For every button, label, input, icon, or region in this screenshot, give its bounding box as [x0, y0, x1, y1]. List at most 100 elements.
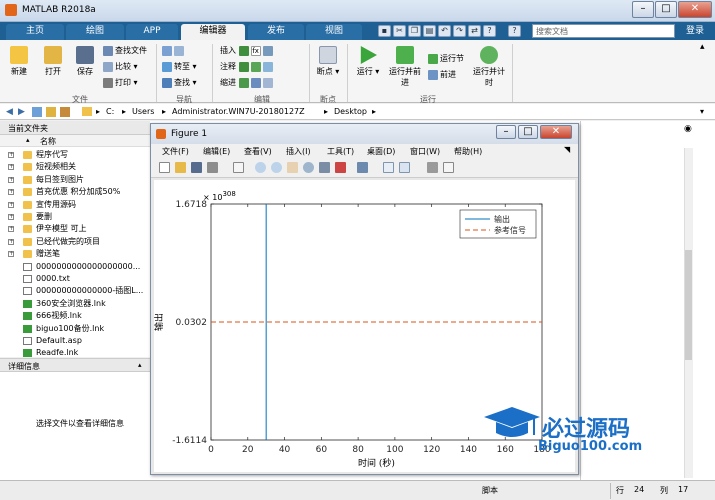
forward-icon[interactable]: ▶	[18, 107, 25, 117]
save-button[interactable]: 保存	[70, 46, 100, 77]
open-button[interactable]: 打开	[38, 46, 68, 77]
switch-windows-icon[interactable]: ⇄	[468, 25, 481, 37]
print-figure-icon[interactable]	[207, 162, 218, 173]
path-dropdown-icon[interactable]: ▾	[700, 107, 704, 116]
tab-editor[interactable]: 编辑器	[181, 24, 245, 40]
file-list-item[interactable]: 360安全浏览器.lnk	[0, 298, 150, 310]
scrollbar-thumb[interactable]	[685, 250, 692, 360]
file-list-item[interactable]: + 要删	[0, 211, 150, 223]
run-button[interactable]: 运行 ▾	[353, 46, 383, 77]
menu-window[interactable]: 窗口(W)	[410, 146, 440, 157]
brush-icon[interactable]	[335, 162, 346, 173]
path-segment[interactable]: Administrator.WIN7U-20180127Z	[172, 107, 305, 116]
file-list-item[interactable]: Default.asp	[0, 335, 150, 347]
sort-icon[interactable]: ▴	[26, 136, 30, 144]
redo-icon[interactable]: ↷	[453, 25, 466, 37]
menu-view[interactable]: 查看(V)	[244, 146, 272, 157]
compare-button[interactable]: 比较 ▾	[103, 61, 138, 73]
find-button[interactable]: 查找 ▾	[162, 77, 197, 89]
file-list-item[interactable]: + 程序代写	[0, 149, 150, 161]
paste-icon[interactable]: ▤	[423, 25, 436, 37]
show-plot-tools-icon[interactable]	[443, 162, 454, 173]
minimize-button[interactable]: –	[632, 1, 654, 18]
find-files-button[interactable]: 查找文件	[103, 45, 147, 57]
collapse-ribbon-icon[interactable]: ▴	[700, 42, 705, 52]
up-folder-icon[interactable]	[32, 107, 42, 117]
path-segment[interactable]: Users	[132, 107, 154, 116]
quick-save-icon[interactable]: ▪	[378, 25, 391, 37]
run-advance-button[interactable]: 运行并前进	[388, 46, 422, 88]
search-documentation-input[interactable]: 搜索文档	[532, 24, 675, 38]
file-list-item[interactable]: 0000.txt	[0, 273, 150, 285]
back-forward-buttons[interactable]	[162, 45, 186, 57]
breakpoints-button[interactable]: 断点 ▾	[313, 46, 343, 77]
browse-folder-icon[interactable]	[46, 107, 56, 117]
file-list-item[interactable]: + 首充优惠 积分加成50%	[0, 186, 150, 198]
advance-button[interactable]: 前进	[428, 69, 456, 81]
file-list-item[interactable]: 666视频.lnk	[0, 310, 150, 322]
new-figure-icon[interactable]	[159, 162, 170, 173]
maximize-button[interactable]: □	[655, 1, 677, 18]
figure-maximize-button[interactable]: □	[518, 125, 538, 139]
dock-figure-icon[interactable]: ◥	[564, 145, 570, 154]
data-cursor-icon[interactable]	[319, 162, 330, 173]
expand-icon[interactable]: +	[8, 152, 14, 158]
file-list-item[interactable]: + 伊辛模型 可上	[0, 223, 150, 235]
menu-tools[interactable]: 工具(T)	[327, 146, 354, 157]
figure-close-button[interactable]: ✕	[540, 125, 572, 139]
expand-icon[interactable]: +	[8, 251, 14, 258]
help-icon[interactable]: ?	[483, 25, 496, 37]
tab-home[interactable]: 主页	[6, 24, 64, 40]
tab-apps[interactable]: APP	[126, 24, 178, 40]
expand-icon[interactable]: +	[8, 164, 14, 171]
file-list-item[interactable]: + 已经代做完的项目	[0, 236, 150, 248]
expand-icon[interactable]: +	[8, 238, 14, 245]
login-button[interactable]: 登录	[680, 24, 710, 38]
path-segment[interactable]: Desktop	[334, 107, 367, 116]
file-list-item[interactable]: + 每日签到图片	[0, 174, 150, 186]
expand-icon[interactable]: +	[8, 176, 14, 183]
help-dropdown-icon[interactable]: ?	[508, 25, 521, 37]
file-list-item[interactable]: 0000000000000000000...	[0, 261, 150, 273]
back-icon[interactable]: ◀	[6, 107, 13, 117]
file-list-item[interactable]: + 宣传用源码	[0, 199, 150, 211]
file-list-item[interactable]: Readfe.lnk	[0, 347, 150, 357]
menu-insert[interactable]: 插入(I)	[286, 146, 311, 157]
comment-button[interactable]: 注释	[220, 61, 275, 73]
zoom-in-icon[interactable]	[255, 162, 266, 173]
column-header[interactable]: ▴ 名称	[0, 135, 150, 147]
expand-icon[interactable]: +	[8, 189, 14, 196]
indent-button[interactable]: 缩进	[220, 77, 275, 89]
cut-icon[interactable]: ✂	[393, 25, 406, 37]
legend[interactable]: 输出参考信号	[459, 209, 537, 239]
zoom-out-icon[interactable]	[271, 162, 282, 173]
insert-button[interactable]: 插入 fx	[220, 45, 275, 57]
run-and-time-button[interactable]: 运行并计时	[472, 46, 506, 88]
print-button[interactable]: 打印 ▾	[103, 77, 138, 89]
goto-button[interactable]: 转至 ▾	[162, 61, 197, 73]
tab-publish[interactable]: 发布	[248, 24, 304, 40]
expand-icon[interactable]: +	[8, 201, 14, 208]
file-list-item[interactable]: 000000000000000-插图L...	[0, 285, 150, 297]
file-list-item[interactable]: biguo100备份.lnk	[0, 323, 150, 335]
close-button[interactable]: ✕	[678, 1, 712, 18]
insert-legend-icon[interactable]	[399, 162, 410, 173]
save-figure-icon[interactable]	[191, 162, 202, 173]
file-list-item[interactable]: + 短视频相关	[0, 161, 150, 173]
path-segment[interactable]: C:	[106, 107, 114, 116]
pan-hand-icon[interactable]	[287, 162, 298, 173]
figure-minimize-button[interactable]: –	[496, 125, 516, 139]
tab-plots[interactable]: 绘图	[66, 24, 124, 40]
menu-help[interactable]: 帮助(H)	[454, 146, 482, 157]
link-plot-icon[interactable]	[357, 162, 368, 173]
insert-colorbar-icon[interactable]	[383, 162, 394, 173]
rotate-3d-icon[interactable]	[303, 162, 314, 173]
copy-icon[interactable]: ❐	[408, 25, 421, 37]
menu-desktop[interactable]: 桌面(D)	[367, 146, 395, 157]
expand-icon[interactable]: +	[8, 226, 14, 233]
menu-file[interactable]: 文件(F)	[162, 146, 189, 157]
open-file-icon[interactable]	[175, 162, 186, 173]
browse-icon[interactable]	[60, 107, 70, 117]
undo-icon[interactable]: ↶	[438, 25, 451, 37]
edit-plot-arrow-icon[interactable]	[233, 162, 244, 173]
